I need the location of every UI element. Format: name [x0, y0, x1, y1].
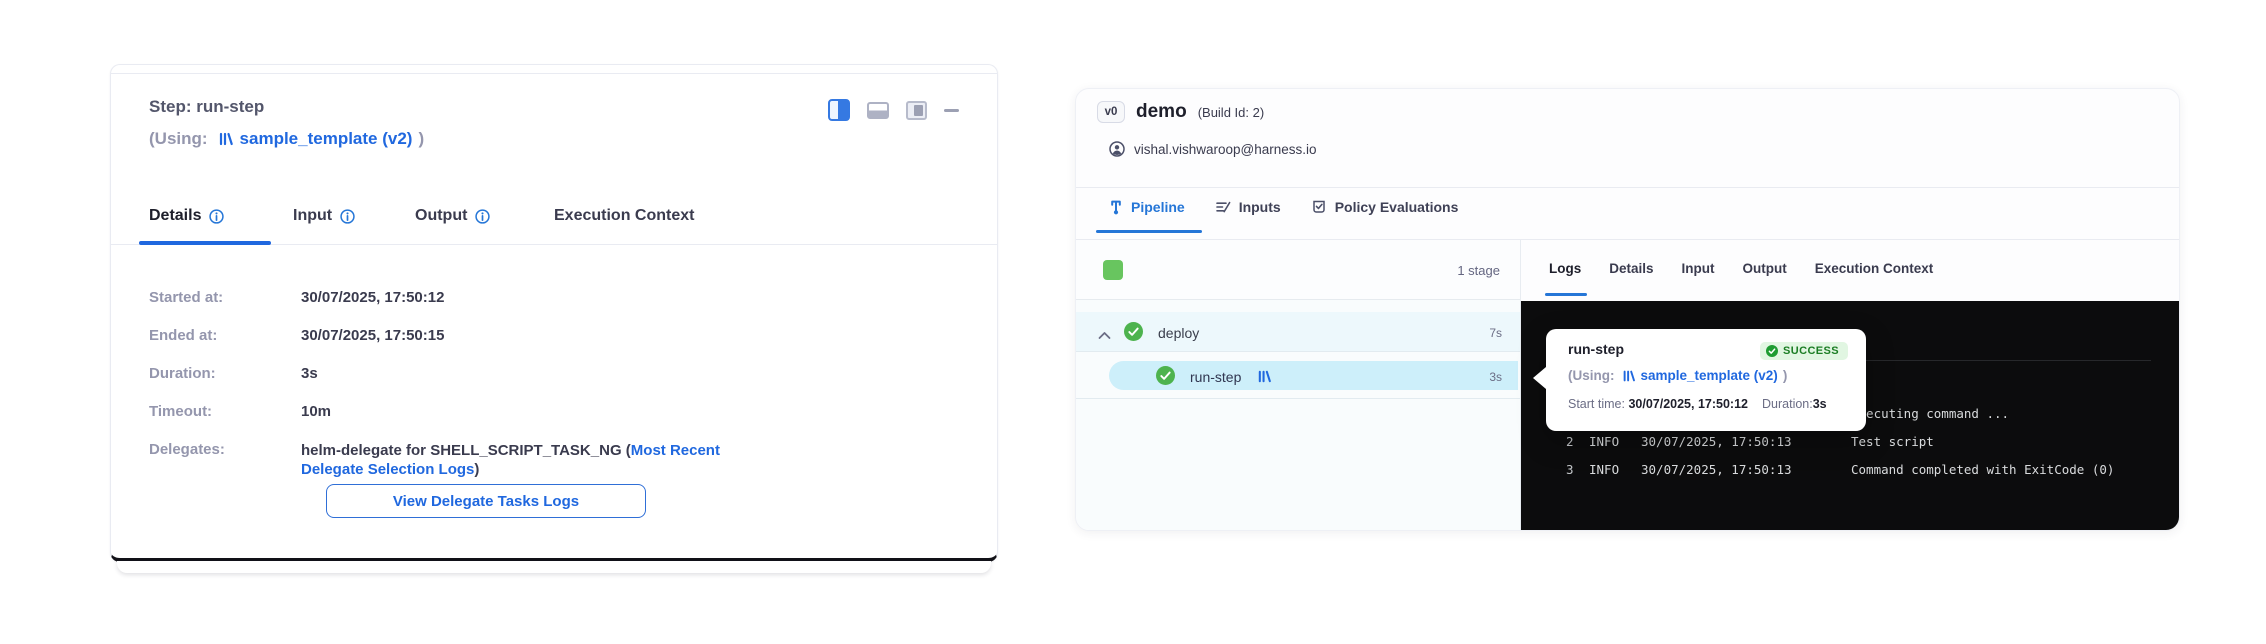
- success-check-icon: [1156, 366, 1175, 385]
- step-duration: 3s: [1489, 370, 1502, 384]
- policy-shield-icon: [1311, 199, 1327, 215]
- stage-name: deploy: [1158, 325, 1199, 341]
- duration-value: 3s: [1813, 397, 1827, 411]
- template-link[interactable]: sample_template (v2): [240, 129, 413, 149]
- tab-details[interactable]: Details: [1609, 261, 1653, 276]
- trigger-user: vishal.vishwaroop@harness.io: [1109, 141, 1317, 157]
- tooltip-times: Start time: 30/07/2025, 17:50:12Duration…: [1568, 397, 1827, 411]
- step-name: run-step: [1190, 369, 1241, 385]
- template-link[interactable]: sample_template (v2): [1641, 368, 1778, 383]
- using-template-line: (Using: sample_template (v2) ): [149, 129, 424, 149]
- tab-pipeline[interactable]: Pipeline: [1109, 199, 1185, 215]
- step-tabs: Details Input Output Execution Context: [111, 207, 997, 229]
- info-icon[interactable]: [209, 209, 224, 224]
- dock-bottom-icon[interactable]: [867, 102, 889, 119]
- tab-execution-context[interactable]: Execution Context: [554, 207, 694, 225]
- step-details-panel: Step: run-step (Using: sample_template (…: [110, 64, 998, 562]
- using-suffix: ): [418, 129, 424, 149]
- status-badge: SUCCESS: [1760, 342, 1848, 360]
- user-email: vishal.vishwaroop@harness.io: [1134, 142, 1317, 157]
- active-tab-underline: [1545, 293, 1587, 296]
- tree-row-run-step[interactable]: run-step 3s: [1076, 353, 1520, 399]
- active-tab-underline: [1096, 230, 1202, 233]
- log-line: 2 INFO 30/07/2025, 17:50:13 Test script: [1521, 434, 2179, 450]
- version-badge: v0: [1097, 101, 1125, 123]
- tab-input[interactable]: Input: [293, 207, 355, 225]
- inputs-icon: [1215, 199, 1231, 215]
- success-check-icon: [1124, 322, 1143, 341]
- user-icon: [1109, 141, 1125, 157]
- pipeline-icon: [1109, 199, 1123, 215]
- step-title: Step: run-step: [149, 97, 264, 117]
- template-icon: [1622, 369, 1636, 383]
- page: Step: run-step (Using: sample_template (…: [0, 0, 2266, 644]
- field-value: 3s: [301, 365, 318, 382]
- status-text: SUCCESS: [1783, 345, 1839, 357]
- panel-top-divider: [111, 73, 997, 74]
- field-value: 30/07/2025, 17:50:15: [301, 327, 444, 344]
- execution-header: v0 demo (Build Id: 2): [1097, 101, 1264, 123]
- dock-right-icon[interactable]: [906, 101, 927, 120]
- tree-row-deploy[interactable]: deploy 7s: [1076, 312, 1520, 352]
- field-label: Timeout:: [149, 403, 212, 420]
- delegates-label: Delegates:: [149, 441, 225, 458]
- info-icon[interactable]: [475, 209, 490, 224]
- tab-output[interactable]: Output: [1743, 261, 1787, 276]
- split-view-icon[interactable]: [828, 99, 850, 121]
- field-value: 10m: [301, 403, 331, 420]
- console-tabs: Logs Details Input Output Execution Cont…: [1549, 261, 1933, 276]
- tab-inputs[interactable]: Inputs: [1215, 199, 1281, 215]
- tab-output[interactable]: Output: [415, 207, 490, 225]
- log-group-divider: [1851, 360, 2151, 361]
- field-label: Duration:: [149, 365, 216, 382]
- tab-logs[interactable]: Logs: [1549, 261, 1581, 276]
- tooltip-arrow: [1533, 367, 1546, 389]
- using-prefix: (Using:: [149, 129, 208, 149]
- active-tab-underline: [139, 241, 271, 245]
- field-label: Started at:: [149, 289, 223, 306]
- tab-input[interactable]: Input: [1682, 261, 1715, 276]
- build-id: (Build Id: 2): [1198, 105, 1264, 120]
- step-status-tooltip: run-step SUCCESS (Using: sample_template…: [1546, 329, 1866, 431]
- stage-duration: 7s: [1489, 326, 1502, 340]
- window-controls: [828, 99, 959, 121]
- template-icon: [218, 131, 234, 147]
- pipeline-title: demo: [1136, 101, 1187, 123]
- field-label: Ended at:: [149, 327, 217, 344]
- field-value: 30/07/2025, 17:50:12: [301, 289, 444, 306]
- header-divider: [1076, 187, 2179, 188]
- info-icon[interactable]: [340, 209, 355, 224]
- tooltip-step-name: run-step: [1568, 341, 1624, 357]
- tooltip-using-line: (Using: sample_template (v2) ): [1568, 368, 1787, 383]
- chevron-up-icon[interactable]: [1098, 327, 1111, 336]
- tab-details[interactable]: Details: [149, 207, 224, 225]
- view-delegate-tasks-logs-button[interactable]: View Delegate Tasks Logs: [326, 484, 646, 518]
- minimize-icon[interactable]: [944, 109, 959, 112]
- stage-column-header: [1076, 240, 1520, 300]
- stage-tree-column: 1 stage deploy 7s run-step: [1076, 240, 1521, 530]
- stage-count: 1 stage: [1457, 263, 1500, 278]
- success-check-icon: [1766, 345, 1778, 357]
- start-time-value: 30/07/2025, 17:50:12: [1628, 397, 1748, 411]
- execution-tabs: Pipeline Inputs Policy Evaluations: [1109, 199, 1458, 215]
- tab-policy-evaluations[interactable]: Policy Evaluations: [1311, 199, 1459, 215]
- template-icon: [1257, 369, 1272, 384]
- delegates-value: helm-delegate for SHELL_SCRIPT_TASK_NG (…: [301, 441, 751, 479]
- log-line: 3 INFO 30/07/2025, 17:50:13 Command comp…: [1521, 462, 2179, 478]
- execution-panel: v0 demo (Build Id: 2) vishal.vishwaroop@…: [1075, 88, 2180, 531]
- stage-status-square[interactable]: [1103, 260, 1123, 280]
- tab-execution-context[interactable]: Execution Context: [1815, 261, 1934, 276]
